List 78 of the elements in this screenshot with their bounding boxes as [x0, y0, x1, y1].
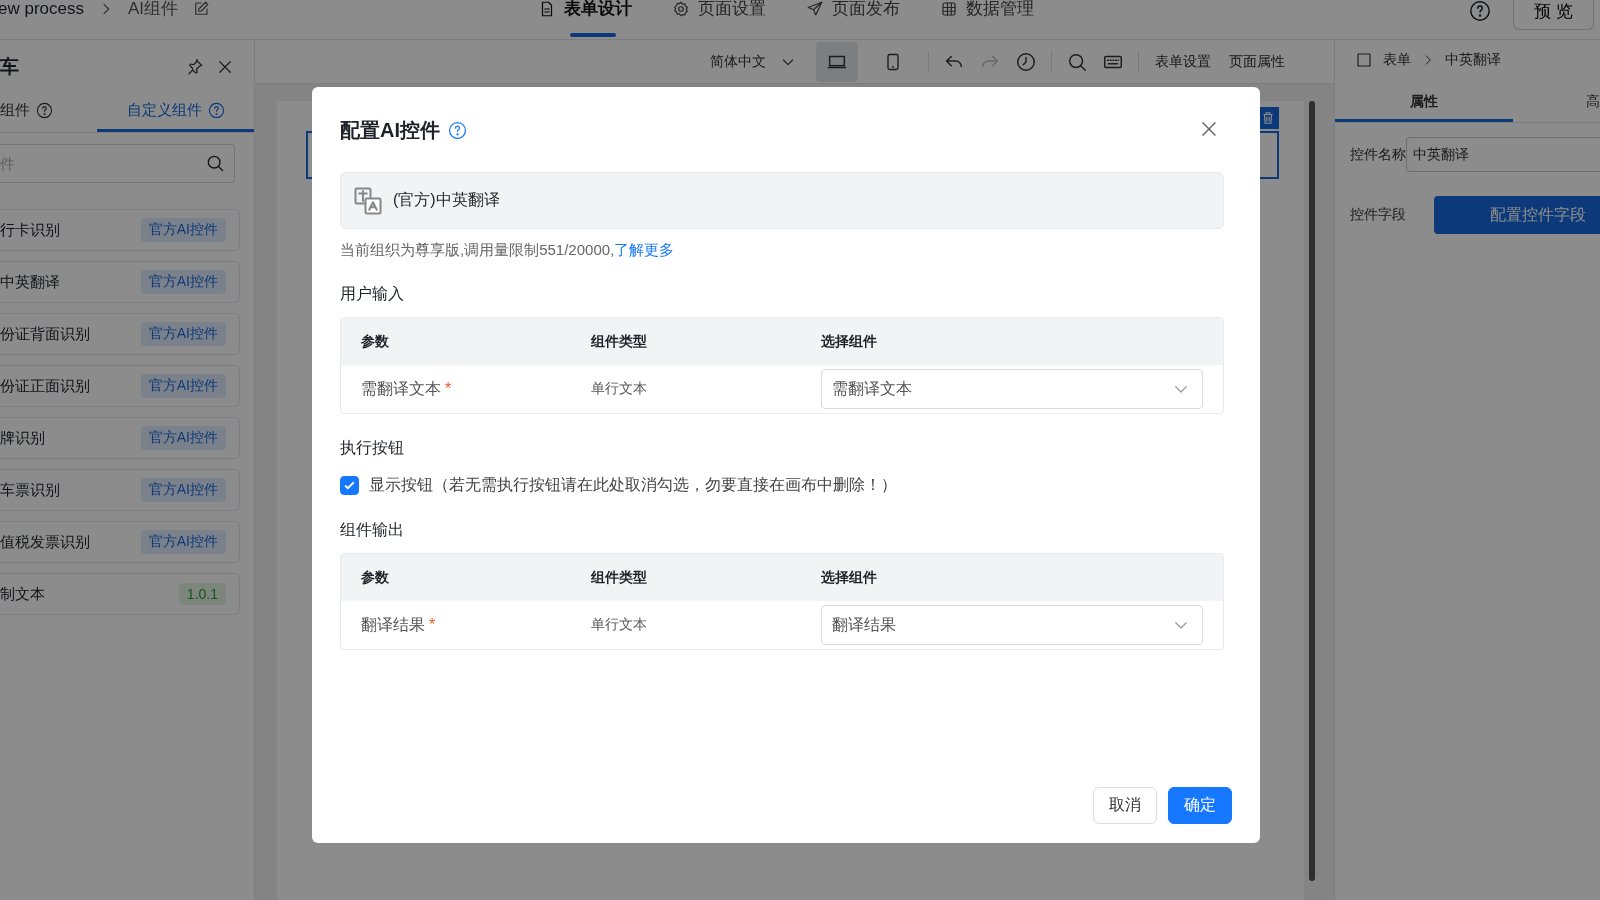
toolbar-link[interactable]: 页面属性: [1227, 52, 1287, 71]
column-header: 组件类型: [591, 568, 648, 587]
help-icon: [448, 120, 467, 140]
column-header: 参数: [361, 332, 390, 351]
help-icon: [1469, 0, 1492, 22]
help-icon: [207, 102, 225, 119]
desktop-view-button[interactable]: [816, 41, 858, 82]
trash-icon: [1261, 111, 1275, 125]
panel-title: 车: [0, 55, 19, 79]
panel-tab[interactable]: 高: [1513, 84, 1600, 122]
component-item[interactable]: 份证背面识别 官方AI控件: [0, 313, 240, 355]
breadcrumb-current: AI组件: [128, 0, 179, 18]
component-item[interactable]: 牌识别 官方AI控件: [0, 417, 240, 459]
component-tag: 官方AI控件: [140, 270, 226, 294]
confirm-button[interactable]: 确定: [1168, 787, 1232, 824]
nav-tab[interactable]: 页面发布: [806, 0, 900, 39]
name-field[interactable]: 中英翻译: [1406, 137, 1600, 172]
section-title: 组件输出: [340, 520, 405, 540]
parameter-name: 翻译结果: [361, 615, 425, 633]
search-icon: [205, 153, 225, 173]
nav-tab[interactable]: 页面设置: [672, 0, 766, 39]
column-header: 选择组件: [821, 332, 878, 351]
parameter-name: 需翻译文本: [361, 379, 441, 397]
component-name: (官方)中英翻译: [393, 190, 500, 210]
required-mark: *: [429, 615, 436, 633]
panel-tab[interactable]: 属性: [1335, 84, 1513, 122]
required-mark: *: [445, 379, 452, 397]
component-item[interactable]: 车票识别 官方AI控件: [0, 469, 240, 511]
checkbox[interactable]: [340, 476, 359, 495]
component-item[interactable]: 中英翻译 官方AI控件: [0, 261, 240, 303]
language-select[interactable]: 简体中文: [710, 52, 796, 71]
edit-icon: [192, 0, 211, 18]
nav-tab[interactable]: 数据管理: [940, 0, 1034, 39]
paper-plane-icon: [806, 0, 824, 18]
translate-icon: [353, 185, 383, 216]
component-tag: 官方AI控件: [140, 374, 226, 398]
column-header: 组件类型: [591, 332, 648, 351]
dialog-title: 配置AI控件: [340, 117, 440, 143]
field-label: 控件名称: [1350, 145, 1406, 164]
component-item[interactable]: 份证正面识别 官方AI控件: [0, 365, 240, 407]
component-item[interactable]: 值税发票识别 官方AI控件: [0, 521, 240, 563]
toolbar-link[interactable]: 表单设置: [1153, 52, 1213, 71]
component-tag: 官方AI控件: [140, 530, 226, 554]
version-tag: 1.0.1: [178, 583, 226, 605]
component-tag: 官方AI控件: [140, 218, 226, 242]
component-item[interactable]: 制文本 1.0.1: [0, 573, 240, 615]
close-icon: [216, 58, 234, 76]
learn-more-link[interactable]: 了解更多: [614, 241, 675, 258]
table-icon: [940, 0, 958, 18]
component-tag: 官方AI控件: [140, 426, 226, 450]
nav-tab[interactable]: 表单设计: [538, 0, 632, 39]
component-tag: 官方AI控件: [140, 322, 226, 346]
component-tag: 官方AI控件: [140, 478, 226, 502]
cancel-button[interactable]: 取消: [1093, 787, 1157, 824]
component-select[interactable]: 翻译结果: [821, 605, 1203, 645]
form-icon: [1355, 51, 1373, 69]
column-header: 选择组件: [821, 568, 878, 587]
configure-button[interactable]: 配置控件字段: [1434, 196, 1600, 234]
breadcrumb-link[interactable]: 表单: [1383, 51, 1411, 69]
component-type: 单行文本: [591, 380, 648, 398]
preview-button[interactable]: 预 览: [1513, 0, 1594, 30]
pin-icon: [186, 58, 204, 76]
column-header: 参数: [361, 568, 390, 587]
settings-icon: [672, 0, 690, 18]
section-title: 用户输入: [340, 284, 405, 304]
component-type: 单行文本: [591, 616, 648, 634]
component-select[interactable]: 需翻译文本: [821, 369, 1203, 409]
checkbox-label: 显示按钮（若无需执行按钮请在此处取消勾选，勿要直接在画布中删除！）: [369, 475, 897, 495]
help-icon: [36, 102, 53, 119]
breadcrumb-current: 中英翻译: [1445, 51, 1501, 69]
quota-note: 当前组织为尊享版,调用量限制551/20000,了解更多: [340, 241, 676, 260]
field-label: 控件字段: [1350, 206, 1407, 224]
component-item[interactable]: 行卡识别 官方AI控件: [0, 209, 240, 251]
section-title: 执行按钮: [340, 438, 405, 458]
scrollbar[interactable]: [1309, 101, 1315, 881]
history-icon: [1015, 50, 1037, 73]
panel-tab[interactable]: 组件: [0, 92, 97, 132]
check-icon: [343, 479, 356, 492]
